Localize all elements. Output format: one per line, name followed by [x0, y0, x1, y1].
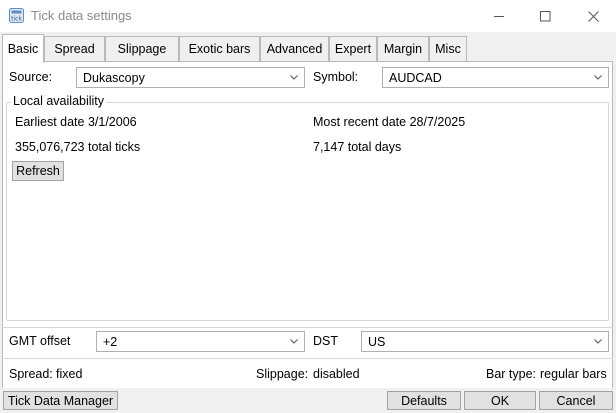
dst-label: DST	[313, 334, 338, 348]
spread-status-value: fixed	[56, 367, 83, 381]
total-days: 7,147 total days	[313, 140, 402, 154]
most-recent-date: Most recent date 28/7/2025	[313, 115, 466, 129]
tab-exotic-bars[interactable]: Exotic bars	[179, 36, 260, 61]
dst-value: US	[368, 335, 386, 349]
refresh-button[interactable]: Refresh	[12, 161, 64, 181]
local-availability-title: Local availability	[11, 94, 107, 108]
maximize-icon	[539, 10, 550, 21]
slippage-status-label: Slippage:	[256, 367, 309, 381]
gmt-offset-value: +2	[103, 335, 118, 349]
tab-margin[interactable]: Margin	[377, 36, 429, 61]
tab-spread[interactable]: Spread	[44, 36, 105, 61]
tab-label: Spread	[54, 42, 95, 56]
minimize-icon	[493, 15, 504, 17]
tab-label: Expert	[334, 42, 372, 56]
chevron-down-icon	[290, 339, 298, 344]
slippage-status-value: disabled	[313, 367, 360, 381]
tab-label: Margin	[383, 42, 423, 56]
tab-advanced[interactable]: Advanced	[260, 36, 329, 61]
chevron-down-icon	[594, 75, 602, 80]
source-label: Source:	[9, 70, 53, 84]
defaults-label: Defaults	[401, 393, 447, 408]
defaults-button[interactable]: Defaults	[387, 391, 461, 410]
tab-misc[interactable]: Misc	[429, 36, 467, 61]
close-button[interactable]	[570, 0, 616, 32]
earliest-date: Earliest date 3/1/2006	[15, 115, 137, 129]
window-title: Tick data settings	[31, 8, 132, 23]
spread-status-label: Spread:	[9, 367, 53, 381]
ok-label: OK	[490, 393, 510, 408]
maximize-button[interactable]	[522, 0, 568, 32]
chevron-down-icon	[594, 339, 602, 344]
chevron-down-icon	[290, 75, 298, 80]
symbol-value: AUDCAD	[389, 71, 442, 85]
tab-slippage[interactable]: Slippage	[105, 36, 179, 61]
bar-type-value: regular bars	[540, 367, 607, 381]
gmt-offset-label: GMT offset	[9, 334, 71, 348]
title-bar: tick Tick data settings	[0, 0, 616, 32]
tab-label: Misc	[435, 42, 461, 56]
total-ticks: 355,076,723 total ticks	[15, 140, 141, 154]
tab-label: Exotic bars	[188, 42, 251, 56]
tab-expert[interactable]: Expert	[329, 36, 377, 61]
tab-label: Advanced	[266, 42, 323, 56]
symbol-label: Symbol:	[313, 70, 359, 84]
close-icon	[587, 10, 599, 22]
minimize-button[interactable]	[476, 0, 522, 32]
tick-data-app-icon: tick	[9, 8, 24, 23]
tab-label: Basic	[7, 42, 39, 56]
cancel-button[interactable]: Cancel	[539, 391, 613, 410]
symbol-dropdown[interactable]: AUDCAD	[382, 67, 609, 88]
divider	[2, 327, 613, 328]
tick-data-manager-button[interactable]: Tick Data Manager	[3, 391, 118, 410]
source-value: Dukascopy	[83, 71, 145, 85]
dst-dropdown[interactable]: US	[361, 331, 609, 352]
tick-data-manager-label: Tick Data Manager	[7, 393, 114, 408]
source-dropdown[interactable]: Dukascopy	[76, 67, 305, 88]
svg-text:tick: tick	[11, 16, 22, 23]
divider	[2, 358, 613, 359]
ok-button[interactable]: OK	[464, 391, 536, 410]
gmt-offset-dropdown[interactable]: +2	[96, 331, 305, 352]
refresh-label: Refresh	[16, 164, 60, 178]
bar-type-label: Bar type:	[486, 367, 537, 381]
cancel-label: Cancel	[556, 393, 596, 408]
tab-label: Slippage	[117, 42, 167, 56]
local-availability-group	[6, 102, 609, 321]
tab-basic[interactable]: Basic	[2, 34, 44, 63]
